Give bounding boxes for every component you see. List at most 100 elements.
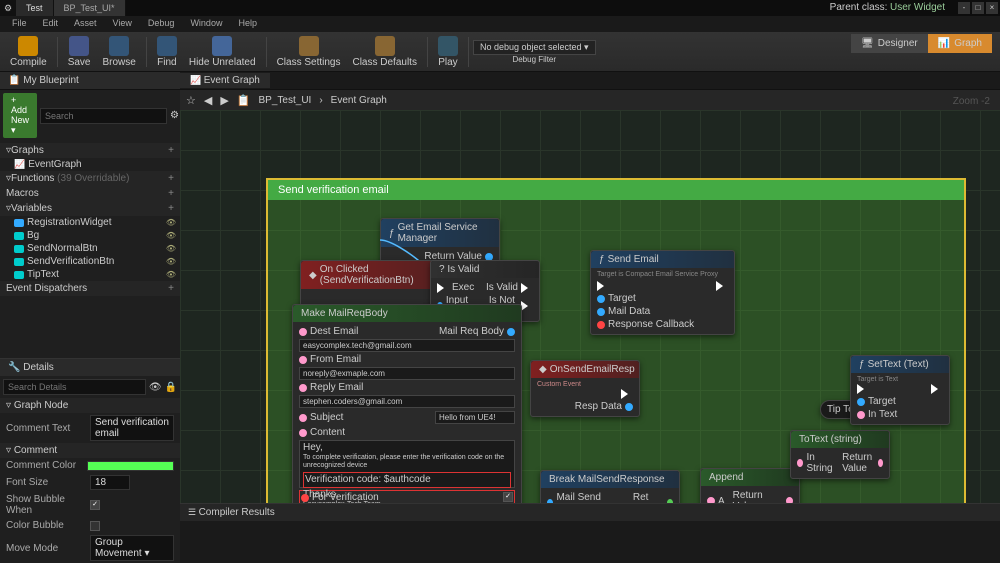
- tab-designer[interactable]: 🖥Designer: [851, 34, 928, 53]
- my-blueprint-tab[interactable]: 📋 My Blueprint: [0, 72, 180, 90]
- comment-color-swatch[interactable]: [87, 461, 174, 471]
- functions-section[interactable]: ▿Functions (39 Overridable)+: [0, 171, 180, 186]
- tab-bp-test-ui[interactable]: BP_Test_UI*: [54, 0, 126, 16]
- menu-edit[interactable]: Edit: [35, 16, 67, 32]
- class-defaults-icon: [375, 36, 395, 56]
- lock-icon[interactable]: 🔒: [165, 382, 177, 393]
- minimize-icon[interactable]: -: [958, 2, 970, 14]
- node-to-text[interactable]: ToText (string) In StringReturn Value: [790, 430, 890, 479]
- save-button[interactable]: Save: [62, 34, 97, 70]
- visibility-icon[interactable]: 👁: [166, 270, 176, 279]
- menu-debug[interactable]: Debug: [140, 16, 183, 32]
- node-send-email[interactable]: ƒSend Email Target is Compact Email Serv…: [590, 250, 735, 335]
- class-settings-icon: [299, 36, 319, 56]
- var-send-normal-btn[interactable]: SendNormalBtn👁: [0, 242, 180, 255]
- add-new-button[interactable]: + Add New ▾: [3, 93, 37, 138]
- hide-unrelated-button[interactable]: Hide Unrelated: [183, 34, 262, 70]
- macros-section[interactable]: Macros+: [0, 186, 180, 201]
- comment-section[interactable]: ▿ Comment: [0, 443, 180, 458]
- var-send-verification-btn[interactable]: SendVerificationBtn👁: [0, 255, 180, 268]
- zoom-indicator: Zoom -2: [953, 96, 990, 107]
- class-defaults-button[interactable]: Class Defaults: [346, 34, 422, 70]
- titlebar: ⚙ Test BP_Test_UI* Parent class: User Wi…: [0, 0, 1000, 16]
- node-on-send-email-resp[interactable]: ◆OnSendEmailResp Custom Event Resp Data: [530, 360, 640, 417]
- menubar: File Edit Asset View Debug Window Help: [0, 16, 1000, 32]
- favorite-icon[interactable]: ☆: [186, 94, 196, 107]
- class-settings-button[interactable]: Class Settings: [271, 34, 347, 70]
- close-icon[interactable]: ×: [986, 2, 998, 14]
- maximize-icon[interactable]: □: [972, 2, 984, 14]
- blueprint-search-input[interactable]: [40, 108, 167, 124]
- tab-test[interactable]: Test: [16, 0, 54, 16]
- hide-unrelated-icon: [212, 36, 232, 56]
- filter-icon[interactable]: 👁: [149, 382, 162, 393]
- tab-graph[interactable]: 📊Graph: [928, 34, 992, 53]
- compile-icon: [18, 36, 38, 56]
- dest-email-field[interactable]: easycomplex.tech@gmail.com: [299, 339, 515, 352]
- add-graph-icon[interactable]: +: [168, 145, 174, 156]
- reply-email-field[interactable]: stephen.coders@gmail.com: [299, 395, 515, 408]
- details-search-input[interactable]: [3, 379, 146, 395]
- graph-canvas[interactable]: WIDGET BLUEPRINT Send verification email…: [180, 110, 1000, 563]
- debug-selector: No debug object selected ▾ Debug Filter: [473, 40, 596, 64]
- visibility-icon[interactable]: 👁: [166, 257, 176, 266]
- blueprint-icon: 📋: [237, 94, 251, 107]
- dispatchers-section[interactable]: Event Dispatchers+: [0, 281, 180, 296]
- visibility-icon[interactable]: 👁: [166, 231, 176, 240]
- graph-node-section[interactable]: ▿ Graph Node: [0, 398, 180, 413]
- find-icon: [157, 36, 177, 56]
- authcode-highlight: Verification code: $authcode: [303, 472, 511, 488]
- var-tip-text[interactable]: TipText👁: [0, 268, 180, 281]
- breadcrumb: ☆ ◀ ▶ 📋 BP_Test_UI› Event Graph: [180, 90, 1000, 110]
- show-bubble-checkbox[interactable]: ✓: [90, 500, 100, 510]
- color-bubble-checkbox[interactable]: [90, 521, 100, 531]
- add-dispatcher-icon[interactable]: +: [168, 283, 174, 294]
- menu-view[interactable]: View: [105, 16, 140, 32]
- for-verification-checkbox[interactable]: ✓: [503, 492, 513, 502]
- content-field[interactable]: Hey, To complete verification, please en…: [299, 440, 515, 488]
- settings-icon[interactable]: ⚙: [170, 110, 179, 121]
- forward-icon[interactable]: ▶: [220, 94, 228, 107]
- add-function-icon[interactable]: +: [168, 173, 174, 184]
- save-icon: [69, 36, 89, 56]
- compiler-results-panel: ☰ Compiler Results: [180, 503, 1000, 563]
- visibility-icon[interactable]: 👁: [166, 244, 176, 253]
- menu-help[interactable]: Help: [230, 16, 265, 32]
- move-mode-combo[interactable]: Group Movement ▾: [90, 535, 174, 561]
- menu-asset[interactable]: Asset: [66, 16, 105, 32]
- debug-combo[interactable]: No debug object selected ▾: [473, 40, 596, 55]
- find-button[interactable]: Find: [151, 34, 183, 70]
- menu-file[interactable]: File: [4, 16, 35, 32]
- graphs-section[interactable]: ▿Graphs+: [0, 143, 180, 158]
- compile-button[interactable]: Compile: [4, 34, 53, 70]
- add-variable-icon[interactable]: +: [168, 203, 174, 214]
- node-set-text[interactable]: ƒSetText (Text) Target is Text Target In…: [850, 355, 950, 425]
- visibility-icon[interactable]: 👁: [166, 218, 176, 227]
- ue-logo-icon: ⚙: [0, 0, 16, 16]
- breadcrumb-asset[interactable]: BP_Test_UI: [259, 95, 312, 106]
- designer-icon: 🖥: [861, 38, 874, 49]
- font-size-field[interactable]: 18: [90, 475, 130, 490]
- browse-icon: [109, 36, 129, 56]
- add-macro-icon[interactable]: +: [168, 188, 174, 199]
- event-graph-tab[interactable]: 📈 Event Graph: [180, 73, 270, 88]
- menu-window[interactable]: Window: [182, 16, 230, 32]
- play-icon: [438, 36, 458, 56]
- compiler-results-tab[interactable]: ☰ Compiler Results: [180, 504, 1000, 521]
- var-bg[interactable]: Bg👁: [0, 229, 180, 242]
- subject-field[interactable]: Hello from UE4!: [435, 411, 515, 424]
- play-button[interactable]: Play: [432, 34, 464, 70]
- browse-button[interactable]: Browse: [96, 34, 141, 70]
- variables-section[interactable]: ▿Variables+: [0, 201, 180, 216]
- toolbar: Compile Save Browse Find Hide Unrelated …: [0, 32, 1000, 72]
- comment-text-field[interactable]: Send verification email: [90, 415, 174, 441]
- parent-class-label: Parent class: User Widget: [830, 2, 945, 13]
- comment-title[interactable]: Send verification email: [268, 180, 964, 200]
- details-tab[interactable]: 🔧 Details: [0, 359, 180, 376]
- breadcrumb-graph[interactable]: Event Graph: [331, 95, 387, 106]
- back-icon[interactable]: ◀: [204, 94, 212, 107]
- event-graph-item[interactable]: 📈 EventGraph: [0, 158, 180, 171]
- var-registration-widget[interactable]: RegistrationWidget👁: [0, 216, 180, 229]
- from-email-field[interactable]: noreply@exmaple.com: [299, 367, 515, 380]
- graph-icon: 📊: [938, 38, 950, 49]
